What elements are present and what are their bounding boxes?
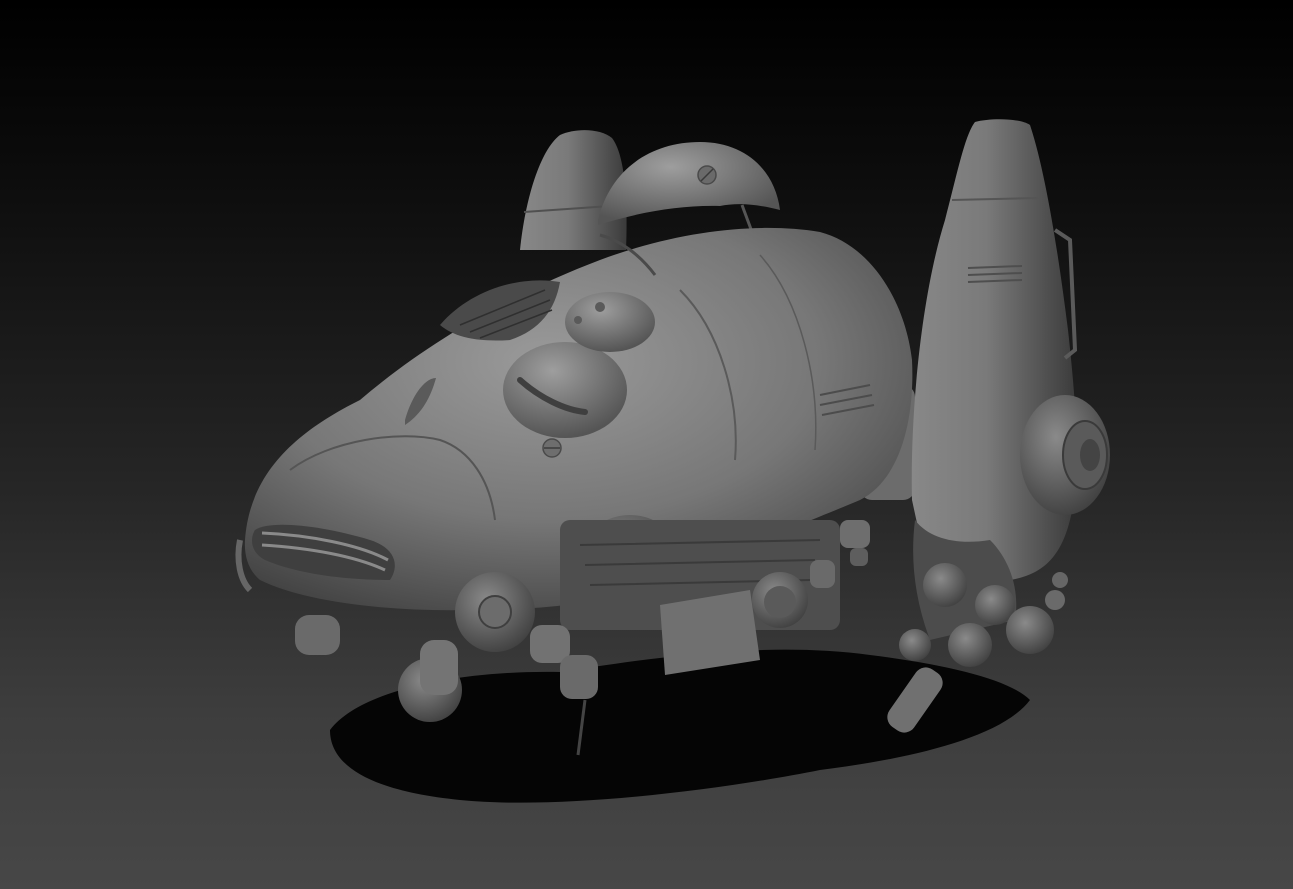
render-viewport (0, 0, 1293, 889)
right-pod (911, 119, 1110, 581)
vehicle-render (235, 119, 1110, 803)
